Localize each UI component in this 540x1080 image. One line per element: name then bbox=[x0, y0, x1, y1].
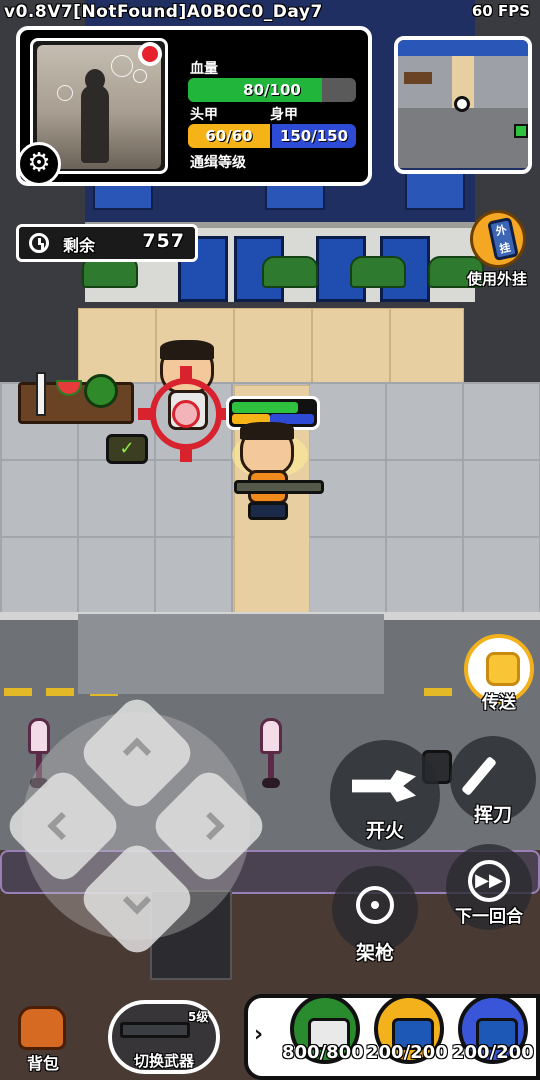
bench-marker bbox=[404, 72, 432, 84]
wanted-level-label: 通缉等级 bbox=[190, 155, 246, 171]
bottle-icon bbox=[36, 372, 46, 416]
loot-crate-icon[interactable]: ✓ bbox=[106, 434, 148, 464]
backpack-icon bbox=[18, 1006, 66, 1050]
next-turn-button[interactable]: ▶▶ 下一回合 bbox=[446, 844, 532, 930]
road-marking bbox=[4, 688, 32, 696]
medkit-amount: 800/800 bbox=[282, 1042, 364, 1063]
hp-label: 血量 bbox=[190, 61, 218, 77]
bush bbox=[262, 256, 318, 288]
weapon-level: 5级 bbox=[188, 1010, 209, 1024]
crosswalk bbox=[78, 614, 384, 694]
record-indicator-icon bbox=[138, 42, 162, 66]
clock-icon bbox=[29, 233, 49, 253]
sand-tile bbox=[78, 308, 156, 384]
sand-tile bbox=[390, 308, 464, 384]
street-lamp bbox=[260, 718, 282, 788]
watermelon-icon bbox=[84, 374, 118, 408]
crosshair-icon bbox=[138, 366, 234, 462]
bush bbox=[350, 256, 406, 288]
body-armor-value: 150/150 bbox=[279, 127, 349, 145]
gear-icon[interactable]: ⚙ bbox=[17, 142, 61, 186]
fps-counter: 60 FPS bbox=[471, 2, 530, 20]
melee-button[interactable]: 挥刀 bbox=[450, 736, 536, 826]
use-cheat-label: 使用外挂 bbox=[466, 270, 527, 288]
fire-button[interactable]: 开火 bbox=[330, 740, 440, 850]
use-cheat-button[interactable]: 外挂 使用外挂 bbox=[462, 208, 532, 292]
gun-fire-icon bbox=[352, 770, 416, 802]
backpack-button[interactable]: 背包 bbox=[12, 1000, 74, 1076]
hp-value: 80/100 bbox=[243, 81, 301, 99]
sand-tile bbox=[234, 308, 312, 384]
time-remaining-value: 757 bbox=[142, 230, 185, 252]
time-remaining-label: 剩余 bbox=[63, 236, 96, 255]
switch-weapon-label: 切换武器 bbox=[133, 1052, 194, 1070]
dpad[interactable] bbox=[2, 692, 270, 960]
exit-marker-icon bbox=[514, 124, 528, 138]
switch-weapon-button[interactable]: 5级 切换武器 bbox=[108, 1000, 220, 1074]
body-armor-label: 身甲 bbox=[270, 107, 298, 123]
helmet-value: 60/60 bbox=[205, 127, 253, 145]
knife-icon bbox=[461, 755, 497, 797]
teleport-button[interactable]: 传送 bbox=[462, 634, 536, 714]
road-marking bbox=[46, 688, 74, 696]
teleport-label: 传送 bbox=[482, 693, 516, 713]
body-armor-bar: 150/150 bbox=[272, 124, 356, 148]
sand-tile bbox=[312, 308, 390, 384]
melee-label: 挥刀 bbox=[473, 804, 512, 826]
armor-kit-amount: 200/200 bbox=[452, 1042, 534, 1063]
aim-label: 架枪 bbox=[355, 942, 394, 964]
rifle-icon bbox=[234, 480, 324, 494]
cheat-phone-icon: 外挂 bbox=[470, 210, 526, 268]
player-marker-icon bbox=[454, 96, 470, 112]
minimap[interactable] bbox=[394, 36, 532, 174]
player-profile-panel: ⚙ 血量 80/100 头甲 身甲 60/60 150/150 通缉等级 bbox=[16, 26, 372, 186]
fire-label: 开火 bbox=[365, 820, 404, 842]
helmet-label: 头甲 bbox=[190, 107, 218, 123]
fast-forward-icon: ▶▶ bbox=[468, 860, 510, 902]
teleport-icon bbox=[486, 652, 520, 686]
helmet-bar: 60/60 bbox=[188, 124, 270, 148]
rifle-icon bbox=[120, 1022, 190, 1038]
time-remaining-panel: 剩余 757 bbox=[16, 224, 198, 262]
road-marking bbox=[424, 688, 452, 696]
hp-bar: 80/100 bbox=[188, 78, 356, 102]
watermark: trial version bbox=[488, 1069, 536, 1078]
helmet-kit-amount: 200/200 bbox=[366, 1042, 448, 1063]
version-label: v0.8V7[NotFound]A0B0C0_Day7 bbox=[4, 2, 323, 22]
chevron-right-icon[interactable]: › bbox=[254, 1022, 263, 1047]
next-turn-label: 下一回合 bbox=[455, 907, 523, 927]
target-icon bbox=[356, 886, 394, 924]
inventory-bar: › 800/800 200/200 200/200 bbox=[244, 994, 540, 1080]
aim-button[interactable]: 架枪 bbox=[332, 866, 418, 964]
backpack-label: 背包 bbox=[26, 1054, 59, 1073]
